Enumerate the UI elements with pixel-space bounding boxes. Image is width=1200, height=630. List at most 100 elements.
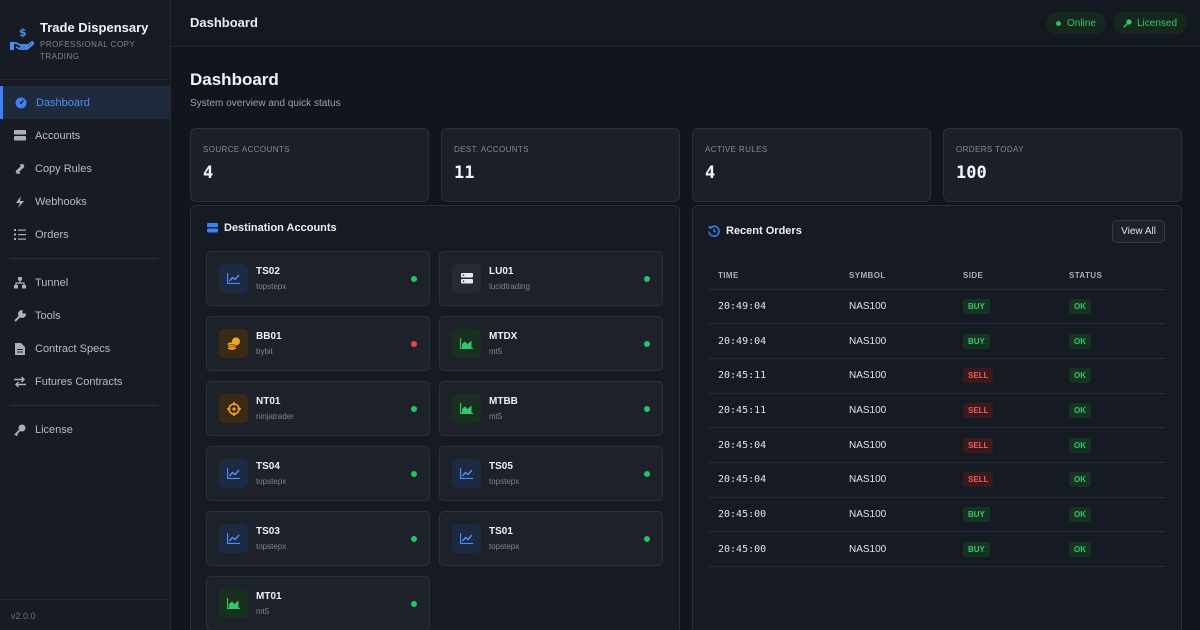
brand-subtitle-line2: TRADING xyxy=(40,52,80,61)
account-name: TS02 xyxy=(256,266,280,277)
account-card[interactable]: MTDX mt5 xyxy=(439,316,663,371)
sidebar-item-license[interactable]: License xyxy=(0,413,170,446)
sidebar-item-label: Futures Contracts xyxy=(35,375,123,388)
brand-subtitle-line1: PROFESSIONAL COPY xyxy=(40,40,136,49)
gauge-icon xyxy=(14,96,28,110)
account-name: MTDX xyxy=(489,331,518,342)
account-card[interactable]: TS01 topstepx xyxy=(439,511,663,566)
account-card[interactable]: LU01 lucidtrading xyxy=(439,251,663,306)
account-card[interactable]: NT01 ninjatrader xyxy=(206,381,430,436)
side-badge: BUY xyxy=(963,541,990,557)
account-name: MTBB xyxy=(489,396,518,407)
table-row[interactable]: 20:45:04 NAS100 SELL OK xyxy=(709,462,1165,498)
arrows-icon xyxy=(13,162,27,176)
sidebar-item-futures-contracts[interactable]: Futures Contracts xyxy=(0,365,170,398)
server-icon xyxy=(206,222,218,234)
order-time: 20:49:04 xyxy=(709,289,840,325)
online-status-badge: Online xyxy=(1046,12,1106,34)
column-header: SIDE xyxy=(954,263,1060,290)
table-row[interactable]: 20:45:00 NAS100 BUY OK xyxy=(709,531,1165,567)
sidebar-divider xyxy=(10,405,158,406)
table-header-row: TIME SYMBOL SIDE STATUS xyxy=(709,263,1165,290)
sidebar-item-orders[interactable]: Orders xyxy=(0,218,170,251)
order-side-cell: BUY xyxy=(954,497,1060,533)
side-badge: SELL xyxy=(963,472,994,488)
brand: $ Trade Dispensary PROFESSIONAL COPY TRA… xyxy=(0,0,170,80)
order-symbol: NAS100 xyxy=(840,289,954,325)
stat-value: 100 xyxy=(956,163,987,183)
order-status-cell: OK xyxy=(1060,531,1165,567)
sidebar-item-copy-rules[interactable]: Copy Rules xyxy=(0,152,170,185)
network-icon xyxy=(13,276,27,290)
account-card[interactable]: MTBB mt5 xyxy=(439,381,663,436)
order-time: 20:45:04 xyxy=(709,427,840,463)
account-card[interactable]: TS05 topstepx xyxy=(439,446,663,501)
status-dot-icon xyxy=(411,341,417,347)
sidebar-item-label: Accounts xyxy=(35,129,81,142)
chart-area-icon xyxy=(452,394,481,423)
stat-label: ACTIVE RULES xyxy=(705,145,768,154)
order-time: 20:45:00 xyxy=(709,497,840,533)
list-icon xyxy=(13,228,27,242)
table-row[interactable]: 20:45:04 NAS100 SELL OK xyxy=(709,427,1165,463)
status-dot-icon xyxy=(411,536,417,542)
account-name: TS03 xyxy=(256,526,280,537)
sidebar-item-webhooks[interactable]: Webhooks xyxy=(0,185,170,218)
order-status-cell: OK xyxy=(1060,358,1165,394)
destination-accounts-panel: Destination Accounts TS02 topstepx LU01 luc… xyxy=(190,205,680,630)
table-row[interactable]: 20:49:04 NAS100 BUY OK xyxy=(709,323,1165,359)
panel-title: Recent Orders xyxy=(726,225,802,237)
order-side-cell: SELL xyxy=(954,358,1060,394)
topbar-title: Dashboard xyxy=(190,15,258,30)
table-row[interactable]: 20:45:00 NAS100 BUY OK xyxy=(709,497,1165,533)
table-row[interactable]: 20:45:11 NAS100 SELL OK xyxy=(709,358,1165,394)
crosshair-icon xyxy=(219,394,248,423)
side-badge: SELL xyxy=(963,402,994,418)
view-all-button[interactable]: View All xyxy=(1112,220,1165,243)
account-card[interactable]: BB01 bybit xyxy=(206,316,430,371)
sidebar-item-contract-specs[interactable]: Contract Specs xyxy=(0,332,170,365)
status-badge: OK xyxy=(1069,368,1091,384)
account-name: NT01 xyxy=(256,396,281,407)
status-badge: OK xyxy=(1069,472,1091,488)
page-subtitle: System overview and quick status xyxy=(190,98,341,109)
account-card[interactable]: MT01 mt5 xyxy=(206,576,430,630)
account-name: TS05 xyxy=(489,461,513,472)
order-status-cell: OK xyxy=(1060,427,1165,463)
bolt-icon xyxy=(13,195,27,209)
sidebar-item-accounts[interactable]: Accounts xyxy=(0,119,170,152)
brand-title: Trade Dispensary xyxy=(40,20,149,35)
side-badge: SELL xyxy=(963,368,994,384)
status-dot-icon xyxy=(644,536,650,542)
account-card[interactable]: TS02 topstepx xyxy=(206,251,430,306)
stat-label: DEST. ACCOUNTS xyxy=(454,145,529,154)
order-side-cell: SELL xyxy=(954,462,1060,498)
status-dot-icon xyxy=(411,601,417,607)
side-badge: BUY xyxy=(963,506,990,522)
order-side-cell: BUY xyxy=(954,289,1060,325)
order-status-cell: OK xyxy=(1060,393,1165,429)
sidebar-item-label: Tunnel xyxy=(35,276,69,289)
account-card[interactable]: TS04 topstepx xyxy=(206,446,430,501)
sidebar-nav: Dashboard Accounts Copy Rules Webhooks O… xyxy=(0,86,170,446)
topbar: Dashboard Online Licensed xyxy=(171,0,1200,47)
sidebar-item-dashboard[interactable]: Dashboard xyxy=(0,86,170,119)
order-status-cell: OK xyxy=(1060,323,1165,359)
recent-orders-panel: Recent Orders View All TIME SYMBOL SIDE … xyxy=(692,205,1182,630)
order-time: 20:45:00 xyxy=(709,531,840,567)
sidebar-item-label: Tools xyxy=(35,309,61,322)
order-time: 20:49:04 xyxy=(709,323,840,359)
brand-subtitle: PROFESSIONAL COPY TRADING xyxy=(40,39,148,63)
account-platform: topstepx xyxy=(256,477,287,486)
sidebar-item-tunnel[interactable]: Tunnel xyxy=(0,266,170,299)
account-card[interactable]: TS03 topstepx xyxy=(206,511,430,566)
table-row[interactable]: 20:49:04 NAS100 BUY OK xyxy=(709,289,1165,325)
sidebar-item-label: Contract Specs xyxy=(35,342,111,355)
panel-header: Destination Accounts xyxy=(206,222,337,234)
sidebar-item-tools[interactable]: Tools xyxy=(0,299,170,332)
app-version: v2.0.0 xyxy=(0,599,170,630)
table-row[interactable]: 20:45:11 NAS100 SELL OK xyxy=(709,393,1165,429)
order-time: 20:45:11 xyxy=(709,393,840,429)
order-symbol: NAS100 xyxy=(840,323,954,359)
key-icon xyxy=(1123,18,1132,28)
